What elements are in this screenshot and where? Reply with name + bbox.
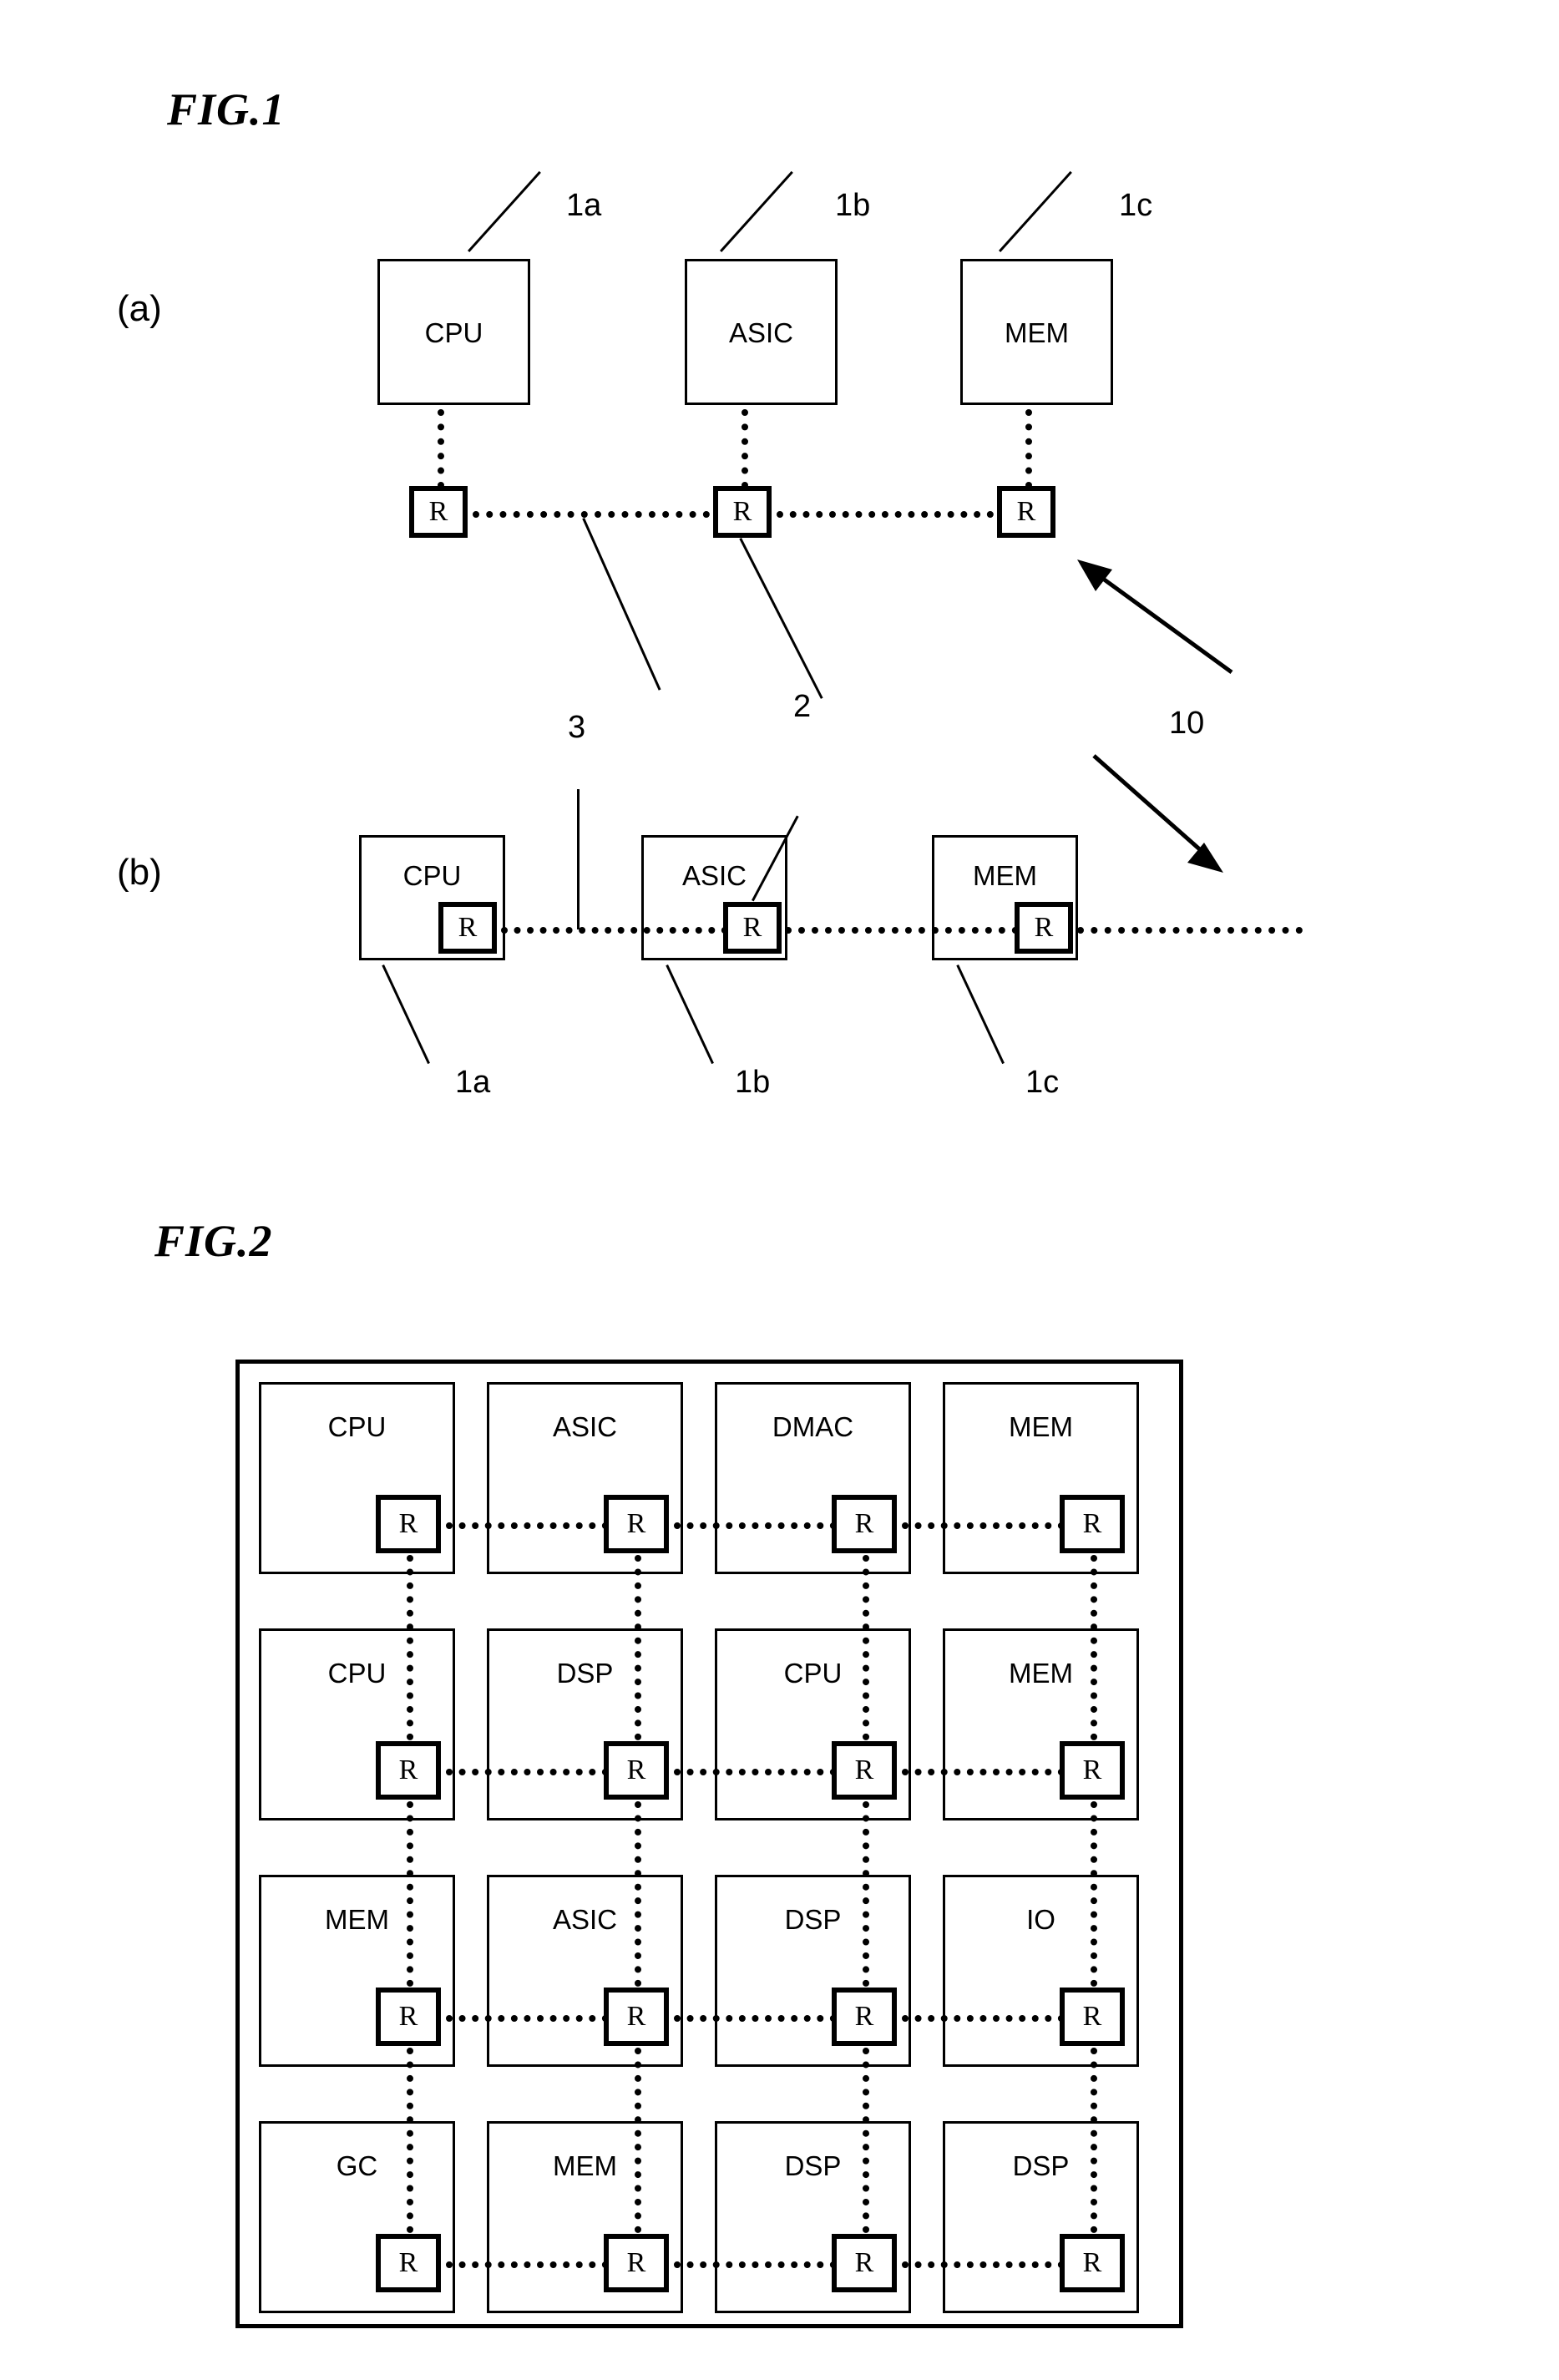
fig2-vlink-c4-3 bbox=[1091, 2048, 1097, 2233]
fig1a-leader-1c bbox=[999, 170, 1072, 253]
fig1-ref-10: 10 bbox=[1169, 706, 1205, 741]
fig1a-ref-1a: 1a bbox=[566, 188, 602, 223]
fig2-router-r1c3: R bbox=[832, 1495, 897, 1553]
fig2-vlink-c3-2 bbox=[863, 1801, 869, 1987]
fig1b-bus-2 bbox=[785, 927, 1019, 934]
fig1b-bus-3 bbox=[1077, 927, 1303, 934]
fig1a-bus-right bbox=[777, 511, 994, 518]
fig2-cell-r3c1-label: MEM bbox=[325, 1904, 389, 1935]
fig1b-router-3: R bbox=[1015, 902, 1073, 954]
fig2-cell-r1c2-label: ASIC bbox=[552, 1411, 618, 1442]
fig1b-leader-1b bbox=[666, 965, 714, 1065]
fig1a-block-cpu-label: CPU bbox=[424, 317, 483, 348]
fig1a-block-mem-label: MEM bbox=[1005, 317, 1069, 348]
fig2-vlink-c1-2 bbox=[407, 1801, 413, 1987]
fig2-hlink-r1-3 bbox=[902, 1522, 1065, 1529]
fig2-vlink-c2-1 bbox=[635, 1555, 641, 1740]
fig2-router-r3c3: R bbox=[832, 1988, 897, 2046]
fig2-router-r3c4: R bbox=[1060, 1988, 1125, 2046]
fig1b-leader-1a bbox=[382, 965, 430, 1065]
fig1-arrow-up bbox=[1077, 560, 1233, 675]
fig1b-leader-3 bbox=[577, 789, 580, 929]
fig2-cell-r2c1-label: CPU bbox=[327, 1658, 387, 1689]
fig2-router-r2c2: R bbox=[604, 1741, 669, 1800]
fig1b-leader-1c bbox=[956, 965, 1005, 1065]
fig2-router-r3c1: R bbox=[376, 1988, 441, 2046]
fig2-router-r4c2: R bbox=[604, 2234, 669, 2292]
fig2-hlink-r2-2 bbox=[674, 1769, 837, 1775]
fig1-leader-2 bbox=[739, 538, 823, 699]
fig2-hlink-r1-2 bbox=[674, 1522, 837, 1529]
fig2-cell-r1c4-label: MEM bbox=[1009, 1411, 1073, 1442]
fig2-hlink-r4-2 bbox=[674, 2261, 837, 2268]
fig1a-link-asic bbox=[742, 409, 748, 489]
fig1a-link-cpu bbox=[438, 409, 444, 489]
fig1a-router-2: R bbox=[713, 486, 772, 538]
fig1-arrow-down bbox=[1092, 754, 1223, 873]
fig1b-bus-1 bbox=[501, 927, 728, 934]
fig2-cell-r4c4-label: DSP bbox=[1012, 2150, 1070, 2181]
fig2-cell-r1c3-label: DMAC bbox=[772, 1411, 854, 1442]
fig2-vlink-c1-1 bbox=[407, 1555, 413, 1740]
fig2-vlink-c3-3 bbox=[863, 2048, 869, 2233]
fig1-title: FIG.1 bbox=[167, 84, 286, 134]
fig2-vlink-c3-1 bbox=[863, 1555, 869, 1740]
fig2-hlink-r2-1 bbox=[446, 1769, 609, 1775]
fig2-router-r4c4: R bbox=[1060, 2234, 1125, 2292]
fig2-cell-r1c1-label: CPU bbox=[327, 1411, 387, 1442]
fig1b-block-mem-label: MEM bbox=[973, 860, 1037, 891]
fig2-hlink-r3-3 bbox=[902, 2015, 1065, 2022]
fig2-router-r4c1: R bbox=[376, 2234, 441, 2292]
fig1b-router-1: R bbox=[438, 902, 497, 954]
fig2-hlink-r4-3 bbox=[902, 2261, 1065, 2268]
fig2-vlink-c2-2 bbox=[635, 1801, 641, 1987]
fig2-vlink-c1-3 bbox=[407, 2048, 413, 2233]
fig2-router-r4c3: R bbox=[832, 2234, 897, 2292]
fig2-router-r1c2: R bbox=[604, 1495, 669, 1553]
fig2-router-r2c3: R bbox=[832, 1741, 897, 1800]
fig2-hlink-r2-3 bbox=[902, 1769, 1065, 1775]
fig1a-ref-1b: 1b bbox=[835, 188, 871, 223]
fig2-cell-r3c2-label: ASIC bbox=[552, 1904, 618, 1935]
fig1a-leader-1b bbox=[720, 170, 793, 253]
fig2-cell-r2c4-label: MEM bbox=[1009, 1658, 1073, 1689]
fig2-cell-r2c2-label: DSP bbox=[556, 1658, 614, 1689]
fig2-title: FIG.2 bbox=[154, 1216, 273, 1266]
fig1a-ref-1c: 1c bbox=[1119, 188, 1153, 223]
fig2-cell-r4c3-label: DSP bbox=[784, 2150, 842, 2181]
fig2-cell-r4c1-label: GC bbox=[336, 2150, 378, 2181]
fig2-cell-r3c3-label: DSP bbox=[784, 1904, 842, 1935]
fig2-router-r2c4: R bbox=[1060, 1741, 1125, 1800]
fig2-vlink-c4-1 bbox=[1091, 1555, 1097, 1740]
fig2-vlink-c2-3 bbox=[635, 2048, 641, 2233]
fig2-hlink-r1-1 bbox=[446, 1522, 609, 1529]
fig1-panel-a-label: (a) bbox=[117, 288, 162, 329]
fig1a-link-mem bbox=[1025, 409, 1032, 489]
fig1a-router-1: R bbox=[409, 486, 468, 538]
fig1-panel-b-label: (b) bbox=[117, 852, 162, 893]
fig2-hlink-r3-2 bbox=[674, 2015, 837, 2022]
fig2-cell-r2c3-label: CPU bbox=[783, 1658, 843, 1689]
fig2-vlink-c4-2 bbox=[1091, 1801, 1097, 1987]
fig1b-router-2: R bbox=[723, 902, 782, 954]
fig1-ref-3: 3 bbox=[568, 710, 586, 745]
fig1a-router-3: R bbox=[997, 486, 1055, 538]
fig1-ref-2: 2 bbox=[793, 689, 812, 724]
fig1a-leader-1a bbox=[468, 170, 541, 253]
fig2-cell-r4c2-label: MEM bbox=[553, 2150, 617, 2181]
fig1b-block-cpu-label: CPU bbox=[402, 860, 462, 891]
fig2-router-r2c1: R bbox=[376, 1741, 441, 1800]
fig1a-bus-left bbox=[473, 511, 710, 518]
fig2-router-r1c4: R bbox=[1060, 1495, 1125, 1553]
fig1b-ref-1a: 1a bbox=[455, 1065, 491, 1100]
fig1-leader-3 bbox=[582, 518, 661, 691]
fig1a-block-asic-label: ASIC bbox=[728, 317, 794, 348]
fig1b-ref-1b: 1b bbox=[735, 1065, 771, 1100]
fig2-router-r1c1: R bbox=[376, 1495, 441, 1553]
fig2-hlink-r3-1 bbox=[446, 2015, 609, 2022]
fig1b-ref-1c: 1c bbox=[1025, 1065, 1060, 1100]
fig2-cell-r3c4-label: IO bbox=[1026, 1904, 1055, 1935]
fig2-router-r3c2: R bbox=[604, 1988, 669, 2046]
fig2-hlink-r4-1 bbox=[446, 2261, 609, 2268]
